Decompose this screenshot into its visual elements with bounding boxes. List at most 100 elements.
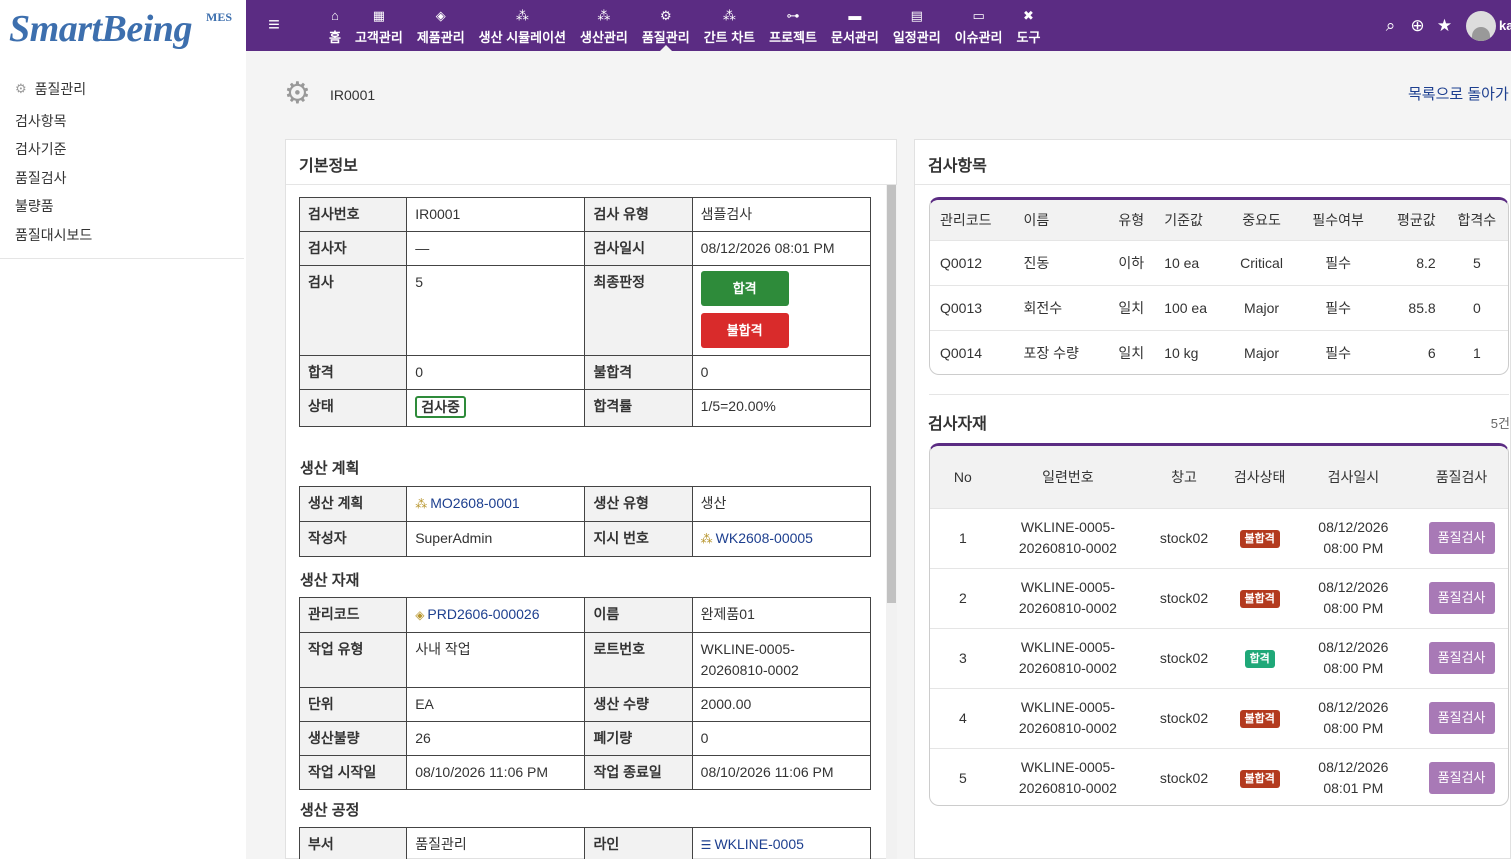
column-header[interactable]: 일련번호 (995, 446, 1141, 508)
column-header[interactable]: 검사상태 (1227, 446, 1292, 508)
nav-item-9[interactable]: ▤ 일정관리 (886, 0, 948, 51)
column-header[interactable]: 평균값 (1378, 200, 1446, 240)
avatar[interactable] (1466, 10, 1496, 41)
quality-inspection-button[interactable]: 품질검사 (1428, 702, 1495, 734)
quality-inspection-button[interactable]: 품질검사 (1428, 762, 1495, 795)
nav-label: 일정관리 (892, 30, 941, 45)
label: 최종판정 (584, 265, 693, 356)
serial-line-1: WKLINE-0005- (1020, 759, 1115, 776)
action-cell: 품질검사 (1415, 747, 1508, 805)
nav-item-6[interactable]: ⁂ 간트 차트 (697, 0, 762, 51)
basic-info-table: 검사번호 IR0001 검사 유형 샘플검사 검사자 — 검사일시 08/12/… (298, 197, 872, 427)
nav-item-11[interactable]: ✖ 도구 (1010, 0, 1048, 51)
table-row[interactable]: 3 WKLINE-0005- 20260810-0002 stock02 합격 08/12… (930, 627, 1508, 688)
action-cell: 품질검사 (1415, 507, 1508, 568)
star-icon[interactable]: ★ (1431, 16, 1458, 36)
sidebar-heading[interactable]: ⚙ 품질관리 (15, 79, 86, 99)
serial-number: WKLINE-0005- 20260810-0002 (995, 747, 1141, 805)
column-header[interactable]: 중요도 (1225, 200, 1298, 240)
table-cell: 1 (1445, 329, 1508, 374)
sidebar-item-inspection-items[interactable]: 검사항목 (15, 111, 67, 131)
nav-item-4[interactable]: ⁂ 생산관리 (573, 0, 635, 51)
column-header[interactable]: 품질검사 (1415, 446, 1508, 508)
column-header[interactable]: No (930, 446, 996, 508)
table-row[interactable]: Q0013 회전수 일치 100 ea Major 필수 85.8 0 (930, 284, 1508, 330)
sidebar-item-inspection-standards[interactable]: 검사기준 (15, 139, 67, 159)
quality-inspection-button[interactable]: 품질검사 (1428, 582, 1495, 614)
nav-item-3[interactable]: ⁂ 생산 시뮬레이션 (472, 0, 573, 51)
table-row[interactable]: Q0012 진동 이하 10 ea Critical 필수 8.2 5 (930, 239, 1508, 285)
warehouse: stock02 (1140, 627, 1228, 688)
quality-inspection-button[interactable]: 품질검사 (1428, 522, 1495, 554)
sidebar-item-quality-dashboard[interactable]: 품질대시보드 (15, 225, 92, 245)
status-cell: 불합격 (1227, 747, 1292, 805)
folder-icon: ▬ (848, 8, 862, 23)
table-cell: 6 (1378, 329, 1446, 374)
fail-count: 0 (691, 355, 872, 390)
date: 08/12/2026 (1318, 579, 1389, 595)
table-row[interactable]: 2 WKLINE-0005- 20260810-0002 stock02 불합격 08/1… (930, 567, 1508, 628)
scrollbar-thumb[interactable] (887, 185, 896, 603)
top-right-tools: ⌕ ⊕ ★ ka (1377, 0, 1511, 51)
table-row[interactable]: 1 WKLINE-0005- 20260810-0002 stock02 불합격 08/1… (930, 507, 1508, 568)
quality-inspection-button[interactable]: 품질검사 (1428, 642, 1495, 674)
lot-line-2: 20260810-0002 (700, 662, 799, 678)
label: 이름 (584, 597, 693, 633)
table-cell: 10 ea (1154, 239, 1226, 285)
divider (915, 184, 1510, 185)
table-cell: 진동 (1011, 239, 1103, 285)
sidebar-item-defects[interactable]: 불량품 (15, 196, 54, 216)
nav-item-1[interactable]: ▦ 고객관리 (348, 0, 410, 51)
nav-item-10[interactable]: ▭ 이슈관리 (948, 0, 1010, 51)
cubes-icon: ⁂ (415, 497, 428, 511)
product-code-link[interactable]: PRD2606-000026 (427, 606, 539, 622)
nav-item-8[interactable]: ▬ 문서관리 (824, 0, 886, 51)
pass-button[interactable]: 합격 (700, 271, 789, 306)
column-header[interactable]: 기준값 (1154, 200, 1226, 240)
table-cell: Q0014 (930, 329, 1012, 374)
line-cell: ☰ WKLINE-0005 (691, 827, 872, 859)
status-badge: 합격 (1244, 649, 1275, 668)
column-header[interactable]: 검사일시 (1291, 446, 1416, 508)
unit: EA (406, 687, 586, 722)
inspection-datetime: 08/12/2026 08:01 PM (1291, 747, 1416, 805)
work-order-link[interactable]: WK2608-00005 (716, 530, 813, 546)
column-header[interactable]: 창고 (1140, 446, 1228, 508)
table-cell: 포장 수량 (1011, 329, 1103, 374)
order-cell: ⁂ WK2608-00005 (691, 521, 872, 557)
column-header[interactable]: 이름 (1011, 200, 1103, 240)
status-badge: 불합격 (1239, 529, 1280, 548)
table-cell: 5 (1445, 239, 1508, 285)
table-row[interactable]: 4 WKLINE-0005- 20260810-0002 stock02 불합격 08/1… (930, 687, 1508, 748)
table-row[interactable]: 5 WKLINE-0005- 20260810-0002 stock02 불합격 08/1… (930, 747, 1508, 805)
fail-button[interactable]: 불합격 (700, 313, 789, 348)
nav-item-5[interactable]: ⚙ 품질관리 (635, 0, 697, 51)
menu-toggle-icon[interactable]: ≡ (264, 14, 284, 36)
line-link[interactable]: WKLINE-0005 (714, 836, 803, 852)
add-icon[interactable]: ⊕ (1404, 16, 1431, 36)
nav-item-7[interactable]: ⊶ 프로젝트 (762, 0, 824, 51)
user-name[interactable]: ka (1499, 18, 1511, 33)
search-icon[interactable]: ⌕ (1377, 16, 1404, 36)
production-type: 생산 (691, 486, 872, 522)
plan-link[interactable]: MO2608-0001 (430, 495, 520, 511)
table-cell: Major (1225, 329, 1298, 374)
column-header[interactable]: 필수여부 (1297, 200, 1379, 240)
column-header[interactable]: 관리코드 (930, 200, 1012, 240)
logo[interactable]: SmartBeing MES (0, 0, 246, 51)
back-to-list-link[interactable]: 목록으로 돌아가 (1408, 83, 1509, 104)
nav-label: 제품관리 (416, 30, 465, 45)
section-title: 생산 공정 (300, 802, 360, 819)
nav-label: 고객관리 (354, 30, 403, 45)
time: 08:01 PM (1323, 780, 1384, 797)
cube-icon: ◈ (435, 8, 446, 23)
nav-item-2[interactable]: ◈ 제품관리 (410, 0, 472, 51)
table-cell: Q0012 (930, 239, 1012, 285)
table-row[interactable]: Q0014 포장 수량 일치 10 kg Major 필수 6 1 (930, 329, 1508, 374)
label: 검사일시 (584, 231, 693, 266)
scrap-qty: 0 (691, 721, 872, 756)
column-header[interactable]: 유형 (1102, 200, 1155, 240)
column-header[interactable]: 합격수 (1445, 200, 1508, 240)
nav-item-0[interactable]: ⌂ 홈 (322, 0, 348, 51)
sidebar-item-quality-inspection[interactable]: 품질검사 (15, 168, 67, 188)
